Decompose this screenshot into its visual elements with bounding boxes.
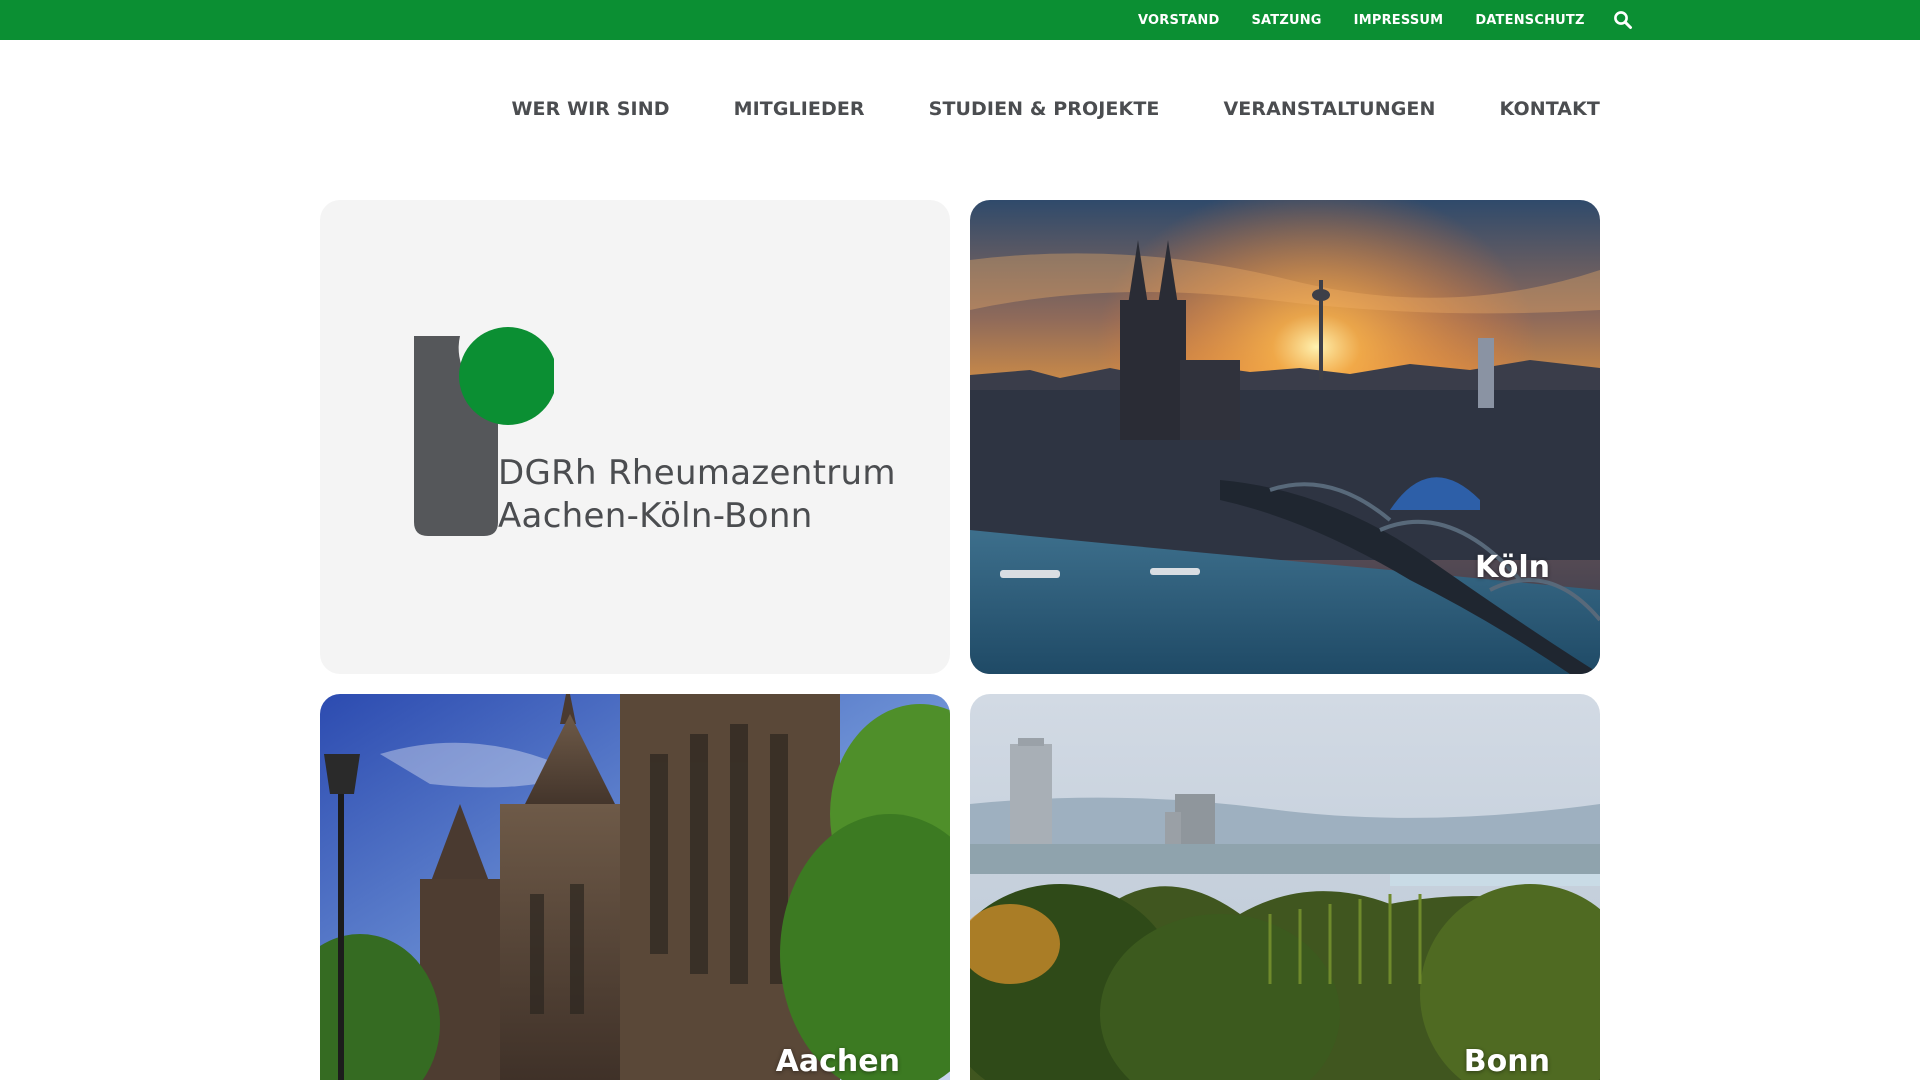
aachen-cathedral-image	[320, 694, 950, 1080]
top-link-satzung[interactable]: SATZUNG	[1251, 13, 1321, 28]
tile-bonn-label: Bonn	[1463, 1044, 1550, 1079]
tile-koeln[interactable]: Köln	[970, 200, 1600, 674]
tile-koeln-label: Köln	[1475, 550, 1550, 585]
tile-aachen[interactable]: Aachen	[320, 694, 950, 1080]
tile-aachen-label: Aachen	[775, 1044, 900, 1079]
search-icon[interactable]	[1613, 10, 1633, 30]
top-bar: VORSTAND SATZUNG IMPRESSUM DATENSCHUTZ	[0, 0, 1920, 40]
nav-mitglieder[interactable]: MITGLIEDER	[734, 98, 865, 120]
top-link-datenschutz[interactable]: DATENSCHUTZ	[1475, 13, 1584, 28]
nav-wer-wir-sind[interactable]: WER WIR SIND	[511, 98, 669, 120]
logo-wordmark: DGRh Rheumazentrum Aachen-Köln-Bonn	[498, 452, 896, 538]
logo-line-1: DGRh Rheumazentrum	[498, 453, 896, 493]
top-links: VORSTAND SATZUNG IMPRESSUM DATENSCHUTZ	[1138, 0, 1633, 40]
koeln-skyline-image	[970, 200, 1600, 674]
main-nav: WER WIR SIND MITGLIEDER STUDIEN & PROJEK…	[511, 86, 1600, 132]
nav-veranstaltungen[interactable]: VERANSTALTUNGEN	[1223, 98, 1435, 120]
nav-studien-projekte[interactable]: STUDIEN & PROJEKTE	[929, 98, 1160, 120]
tile-bonn[interactable]: Bonn	[970, 694, 1600, 1080]
top-link-impressum[interactable]: IMPRESSUM	[1354, 13, 1444, 28]
nav-kontakt[interactable]: KONTAKT	[1500, 98, 1601, 120]
logo-line-2: Aachen-Köln-Bonn	[498, 496, 813, 536]
top-link-vorstand[interactable]: VORSTAND	[1138, 13, 1219, 28]
bonn-landscape-image	[970, 694, 1600, 1080]
logo-tile: DGRh Rheumazentrum Aachen-Köln-Bonn	[320, 200, 950, 674]
